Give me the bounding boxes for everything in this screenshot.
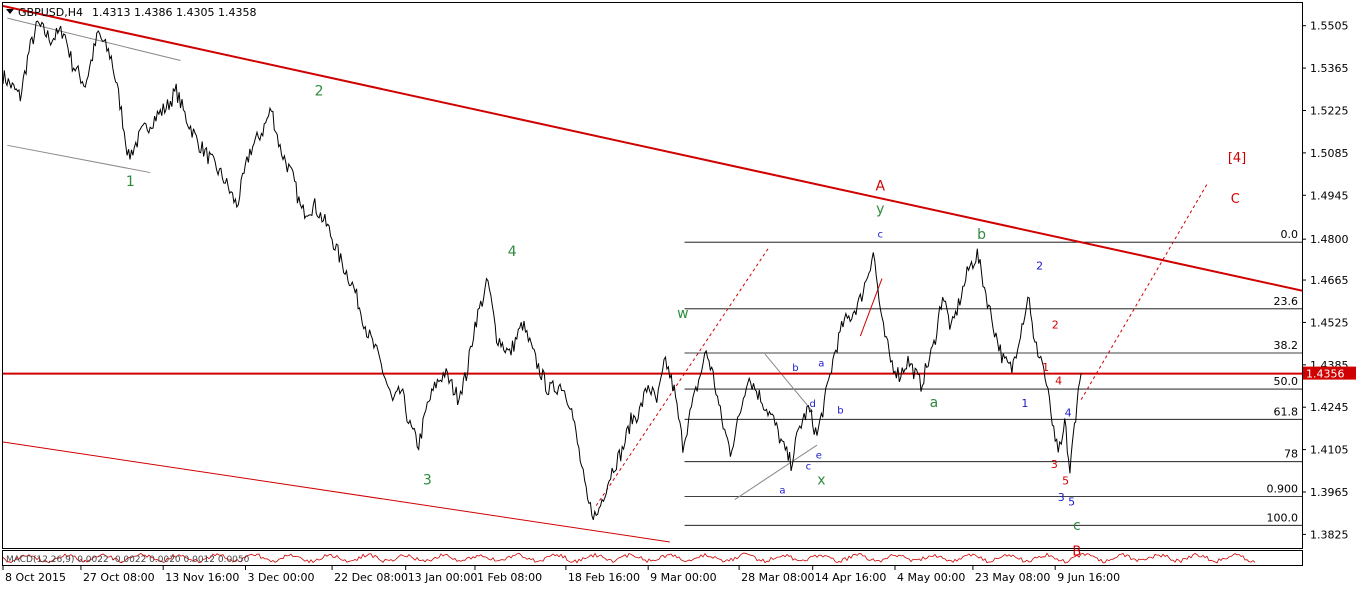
y-tick-label: 1.5505 bbox=[1310, 20, 1349, 33]
wave-label: c bbox=[806, 461, 812, 472]
wave-label: [4] bbox=[1228, 151, 1246, 166]
y-tick-label: 1.5085 bbox=[1310, 147, 1349, 160]
wave-label: 2 bbox=[1036, 259, 1043, 272]
x-tick-label: 4 May 00:00 bbox=[897, 571, 965, 584]
wave-label: 4 bbox=[1055, 375, 1062, 388]
x-tick-label: 22 Dec 08:00 bbox=[334, 571, 408, 584]
x-tick-label: 13 Jan 00:00 bbox=[408, 571, 478, 584]
x-tick-label: 18 Feb 16:00 bbox=[568, 571, 640, 584]
chart-header: GBPUSD,H4 1.4313 1.4386 1.4305 1.4358 bbox=[6, 6, 256, 19]
fib-level-label: 23.6 bbox=[1274, 295, 1299, 308]
x-tick-label: 3 Dec 00:00 bbox=[247, 571, 314, 584]
wave-label: 5 bbox=[1062, 474, 1069, 487]
y-tick-label: 1.4665 bbox=[1310, 274, 1349, 287]
wave-label: b bbox=[837, 405, 843, 416]
y-tick-label: 1.4800 bbox=[1310, 233, 1349, 246]
wave-label: 2 bbox=[1052, 318, 1059, 331]
y-tick-label: 1.3825 bbox=[1310, 528, 1349, 541]
y-tick-label: 1.4105 bbox=[1310, 444, 1349, 457]
fib-level-label: 38.2 bbox=[1274, 339, 1299, 352]
wave-label: A bbox=[875, 179, 885, 195]
wave-label: 5 bbox=[1068, 496, 1075, 509]
symbol-label[interactable]: GBPUSD,H4 bbox=[18, 6, 83, 19]
wave-label: e bbox=[816, 451, 822, 462]
x-tick-label: 27 Oct 08:00 bbox=[83, 571, 155, 584]
y-tick-label: 1.4525 bbox=[1310, 316, 1349, 329]
x-tick-label: 13 Nov 16:00 bbox=[165, 571, 239, 584]
x-tick-label: 9 Mar 00:00 bbox=[650, 571, 716, 584]
wave-label: w bbox=[677, 306, 688, 322]
wave-label: C bbox=[1231, 192, 1240, 207]
wave-label: 1 bbox=[1021, 397, 1028, 410]
wave-label: 1 bbox=[1042, 361, 1049, 374]
current-price-label: 1.4356 bbox=[1306, 368, 1345, 381]
wave-label: 2 bbox=[315, 83, 324, 99]
x-tick-label: 1 Feb 08:00 bbox=[477, 571, 542, 584]
wave-label: d bbox=[810, 399, 816, 410]
wave-label: x bbox=[817, 472, 825, 488]
wave-label: 1 bbox=[126, 174, 135, 190]
wave-label: a bbox=[779, 486, 785, 497]
fib-level-label: 50.0 bbox=[1274, 375, 1299, 388]
wave-label: b bbox=[792, 363, 798, 374]
wave-label: 3 bbox=[423, 472, 432, 488]
y-tick-label: 1.3965 bbox=[1310, 486, 1349, 499]
fib-level-label: 100.0 bbox=[1267, 511, 1299, 524]
x-tick-label: 23 May 08:00 bbox=[975, 571, 1050, 584]
fib-level-label: 0.0 bbox=[1281, 228, 1299, 241]
ohlc-label: 1.4313 1.4386 1.4305 1.4358 bbox=[92, 6, 256, 19]
x-tick-label: 14 Apr 16:00 bbox=[815, 571, 887, 584]
current-price-marker: 1.4356 bbox=[1303, 366, 1356, 381]
wave-label: a bbox=[818, 358, 824, 369]
wave-label: c bbox=[1073, 518, 1081, 534]
x-tick-label: 28 Mar 08:00 bbox=[741, 571, 814, 584]
wave-label: 4 bbox=[1065, 406, 1072, 419]
wave-label: c bbox=[878, 230, 884, 241]
fib-level-label: 61.8 bbox=[1274, 405, 1299, 418]
y-tick-label: 1.4945 bbox=[1310, 189, 1349, 202]
y-tick-label: 1.5365 bbox=[1310, 62, 1349, 75]
x-tick-label: 9 Jun 16:00 bbox=[1057, 571, 1120, 584]
chart-canvas[interactable]: 0.0 23.6 38.2 50.0 61.8 78 0.900 100.0 1 2 3 4 w x y a… bbox=[0, 0, 1356, 590]
x-tick-label: 8 Oct 2015 bbox=[5, 571, 66, 584]
indicator-label: MACD(12,26,9) 0.0022 -0.0022 0.0020 0.00… bbox=[6, 555, 250, 565]
wave-label: y bbox=[876, 201, 884, 217]
wave-label: 4 bbox=[508, 244, 517, 260]
wave-label: b bbox=[977, 227, 986, 243]
y-tick-label: 1.4245 bbox=[1310, 401, 1349, 414]
y-tick-label: 1.5225 bbox=[1310, 104, 1349, 117]
fib-level-label: 78 bbox=[1284, 448, 1298, 461]
wave-label: a bbox=[930, 395, 939, 411]
fib-level-label: 0.900 bbox=[1267, 483, 1299, 496]
wave-label: 3 bbox=[1058, 491, 1065, 504]
wave-label: 3 bbox=[1051, 458, 1058, 471]
